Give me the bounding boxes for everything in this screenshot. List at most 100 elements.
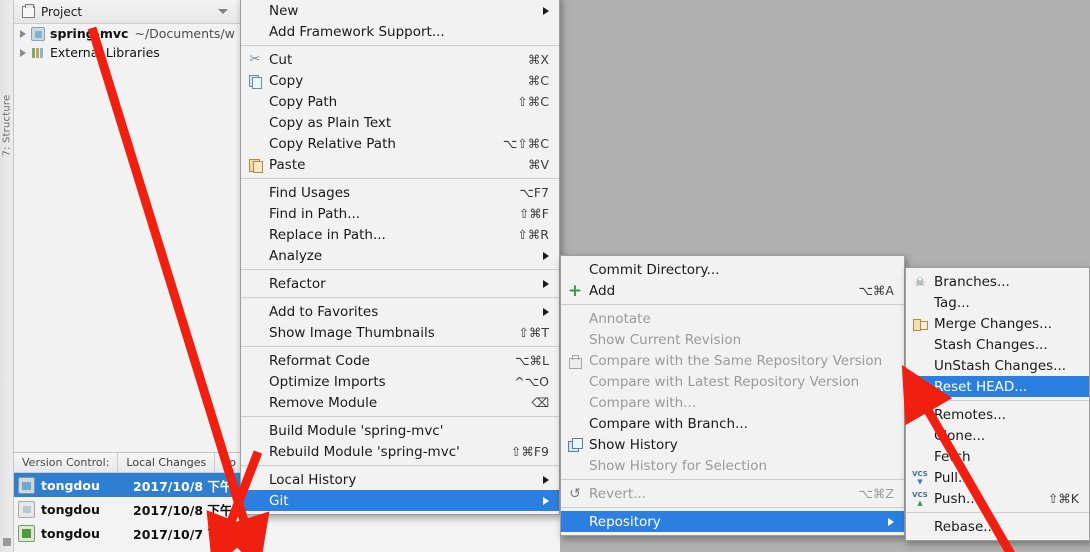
table-row[interactable]: tongdou 2017/10/7 下午9 xyxy=(14,521,560,545)
tab-local-changes[interactable]: Local Changes xyxy=(118,453,216,472)
history-icon xyxy=(567,437,583,453)
row-date: 2017/10/8 下午 xyxy=(133,478,233,494)
menu-item-pull[interactable]: VCS ▾ Pull... xyxy=(906,467,1089,488)
menu-item-label: Remove Module xyxy=(269,394,378,411)
menu-item-rebase[interactable]: Rebase... xyxy=(906,516,1089,537)
menu-item-add[interactable]: + Add ⌥⌘A xyxy=(561,280,904,301)
row-user: tongdou xyxy=(41,501,100,517)
repository-submenu[interactable]: ☠ Branches... Tag... Merge Changes... St… xyxy=(905,267,1090,541)
menu-item-add-framework-support[interactable]: Add Framework Support... xyxy=(241,21,559,42)
bag-icon xyxy=(567,353,583,369)
menu-item-label: Compare with Latest Repository Version xyxy=(589,373,860,390)
menu-item-label: Optimize Imports xyxy=(269,373,386,390)
menu-item-shortcut: ⌥⌘Z xyxy=(858,486,894,501)
menu-item-refactor[interactable]: Refactor xyxy=(241,273,559,294)
menu-item-label: Show History xyxy=(589,436,678,453)
expand-triangle-icon[interactable] xyxy=(20,29,26,38)
menu-item-label: Merge Changes... xyxy=(934,315,1053,332)
menu-item-optimize-imports[interactable]: Optimize Imports ^⌥O xyxy=(241,371,559,392)
menu-item-find-usages[interactable]: Find Usages ⌥F7 xyxy=(241,182,559,203)
menu-item-label: Build Module 'spring-mvc' xyxy=(269,422,444,439)
menu-separator xyxy=(241,465,559,466)
chevron-right-icon xyxy=(543,496,549,505)
menu-item-local-history[interactable]: Local History xyxy=(241,469,559,490)
chevron-right-icon xyxy=(543,307,549,316)
menu-item-find-in-path[interactable]: Find in Path... ⇧⌘F xyxy=(241,203,559,224)
menu-item-shortcut: ⌘X xyxy=(527,52,549,67)
tree-item-path: ~/Documents/w xyxy=(134,26,235,41)
menu-item-branches[interactable]: ☠ Branches... xyxy=(906,271,1089,292)
page-title: Project xyxy=(41,4,83,19)
tree-item-label: spring-mvc xyxy=(50,26,129,41)
project-context-menu[interactable]: New Add Framework Support... ✂ Cut ⌘X Co… xyxy=(240,0,560,515)
menu-item-cut[interactable]: ✂ Cut ⌘X xyxy=(241,49,559,70)
menu-item-push[interactable]: VCS ▴ Push... ⇧⌘K xyxy=(906,488,1089,509)
menu-item-build-module[interactable]: Build Module 'spring-mvc' xyxy=(241,420,559,441)
menu-item-replace-in-path[interactable]: Replace in Path... ⇧⌘R xyxy=(241,224,559,245)
row-date: 2017/10/8 下午9 xyxy=(133,502,242,518)
menu-item-copy-path[interactable]: Copy Path ⇧⌘C xyxy=(241,91,559,112)
menu-item-compare-with-branch[interactable]: Compare with Branch... xyxy=(561,413,904,434)
menu-item-show-history-for-selection: Show History for Selection xyxy=(561,455,904,476)
expand-triangle-icon[interactable] xyxy=(20,48,26,57)
row-user: tongdou xyxy=(41,525,100,541)
structure-tool-label[interactable]: 7: Structure xyxy=(2,95,13,157)
menu-item-reformat-code[interactable]: Reformat Code ⌥⌘L xyxy=(241,350,559,371)
menu-item-stash-changes[interactable]: Stash Changes... xyxy=(906,334,1089,355)
menu-item-tag[interactable]: Tag... xyxy=(906,292,1089,313)
menu-item-reset-head[interactable]: Reset HEAD... xyxy=(906,376,1089,397)
menu-item-copy-as-plain-text[interactable]: Copy as Plain Text xyxy=(241,112,559,133)
tree-item-label: External Libraries xyxy=(50,45,160,60)
menu-item-label: Stash Changes... xyxy=(934,336,1048,353)
menu-item-label: Cut xyxy=(269,51,293,68)
library-icon xyxy=(31,46,45,60)
menu-item-label: Fetch xyxy=(934,448,971,465)
menu-item-copy-relative-path[interactable]: Copy Relative Path ⌥⇧⌘C xyxy=(241,133,559,154)
menu-item-label: Rebase... xyxy=(934,518,997,535)
menu-item-add-to-favorites[interactable]: Add to Favorites xyxy=(241,301,559,322)
menu-item-shortcut: ⌘V xyxy=(527,157,549,172)
menu-item-label: Show History for Selection xyxy=(589,457,768,474)
menu-item-merge-changes[interactable]: Merge Changes... xyxy=(906,313,1089,334)
menu-item-label: Find Usages xyxy=(269,184,351,201)
revert-icon: ↺ xyxy=(569,485,581,502)
menu-item-shortcut: ⌘C xyxy=(527,73,549,88)
menu-item-clone[interactable]: Clone... xyxy=(906,425,1089,446)
chevron-down-icon[interactable] xyxy=(218,9,228,14)
menu-item-fetch[interactable]: Fetch xyxy=(906,446,1089,467)
menu-item-shortcut: ⇧⌘R xyxy=(517,227,549,242)
menu-item-label: Branches... xyxy=(934,273,1010,290)
menu-item-paste[interactable]: Paste ⌘V xyxy=(241,154,559,175)
menu-item-show-history[interactable]: Show History xyxy=(561,434,904,455)
menu-item-new[interactable]: New xyxy=(241,0,559,21)
menu-separator xyxy=(241,45,559,46)
menu-item-show-image-thumbnails[interactable]: Show Image Thumbnails ⇧⌘T xyxy=(241,322,559,343)
row-user: tongdou xyxy=(41,477,100,493)
menu-item-analyze[interactable]: Analyze xyxy=(241,245,559,266)
tool-window-strip[interactable]: 7: Structure xyxy=(0,0,14,552)
menu-item-remotes[interactable]: Remotes... xyxy=(906,404,1089,425)
menu-item-copy[interactable]: Copy ⌘C xyxy=(241,70,559,91)
menu-item-commit-directory[interactable]: Commit Directory... xyxy=(561,259,904,280)
menu-item-revert: ↺ Revert... ⌥⌘Z xyxy=(561,483,904,504)
menu-item-rebuild-module[interactable]: Rebuild Module 'spring-mvc' ⇧⌘F9 xyxy=(241,441,559,462)
menu-item-label: Add Framework Support... xyxy=(269,23,445,40)
menu-item-show-current-revision: Show Current Revision xyxy=(561,329,904,350)
menu-item-label: Refactor xyxy=(269,275,326,292)
menu-item-git[interactable]: Git xyxy=(241,490,559,511)
strip-button-icon[interactable] xyxy=(3,538,11,546)
git-submenu[interactable]: Commit Directory... + Add ⌥⌘A Annotate S… xyxy=(560,255,905,536)
row-date: 2017/10/7 下午9 xyxy=(133,526,242,542)
changes-icon xyxy=(18,500,35,518)
menu-item-label: Tag... xyxy=(934,294,970,311)
menu-separator xyxy=(241,416,559,417)
scissors-icon: ✂ xyxy=(249,51,261,67)
menu-item-unstash-changes[interactable]: UnStash Changes... xyxy=(906,355,1089,376)
menu-item-shortcut: ^⌥O xyxy=(514,374,549,389)
menu-separator xyxy=(561,304,904,305)
menu-item-shortcut: ⇧⌘C xyxy=(517,94,549,109)
menu-item-repository[interactable]: Repository xyxy=(561,511,904,532)
menu-separator xyxy=(906,512,1089,513)
menu-item-remove-module[interactable]: Remove Module ⌫ xyxy=(241,392,559,413)
vcs-push-icon: VCS ▴ xyxy=(912,490,928,509)
